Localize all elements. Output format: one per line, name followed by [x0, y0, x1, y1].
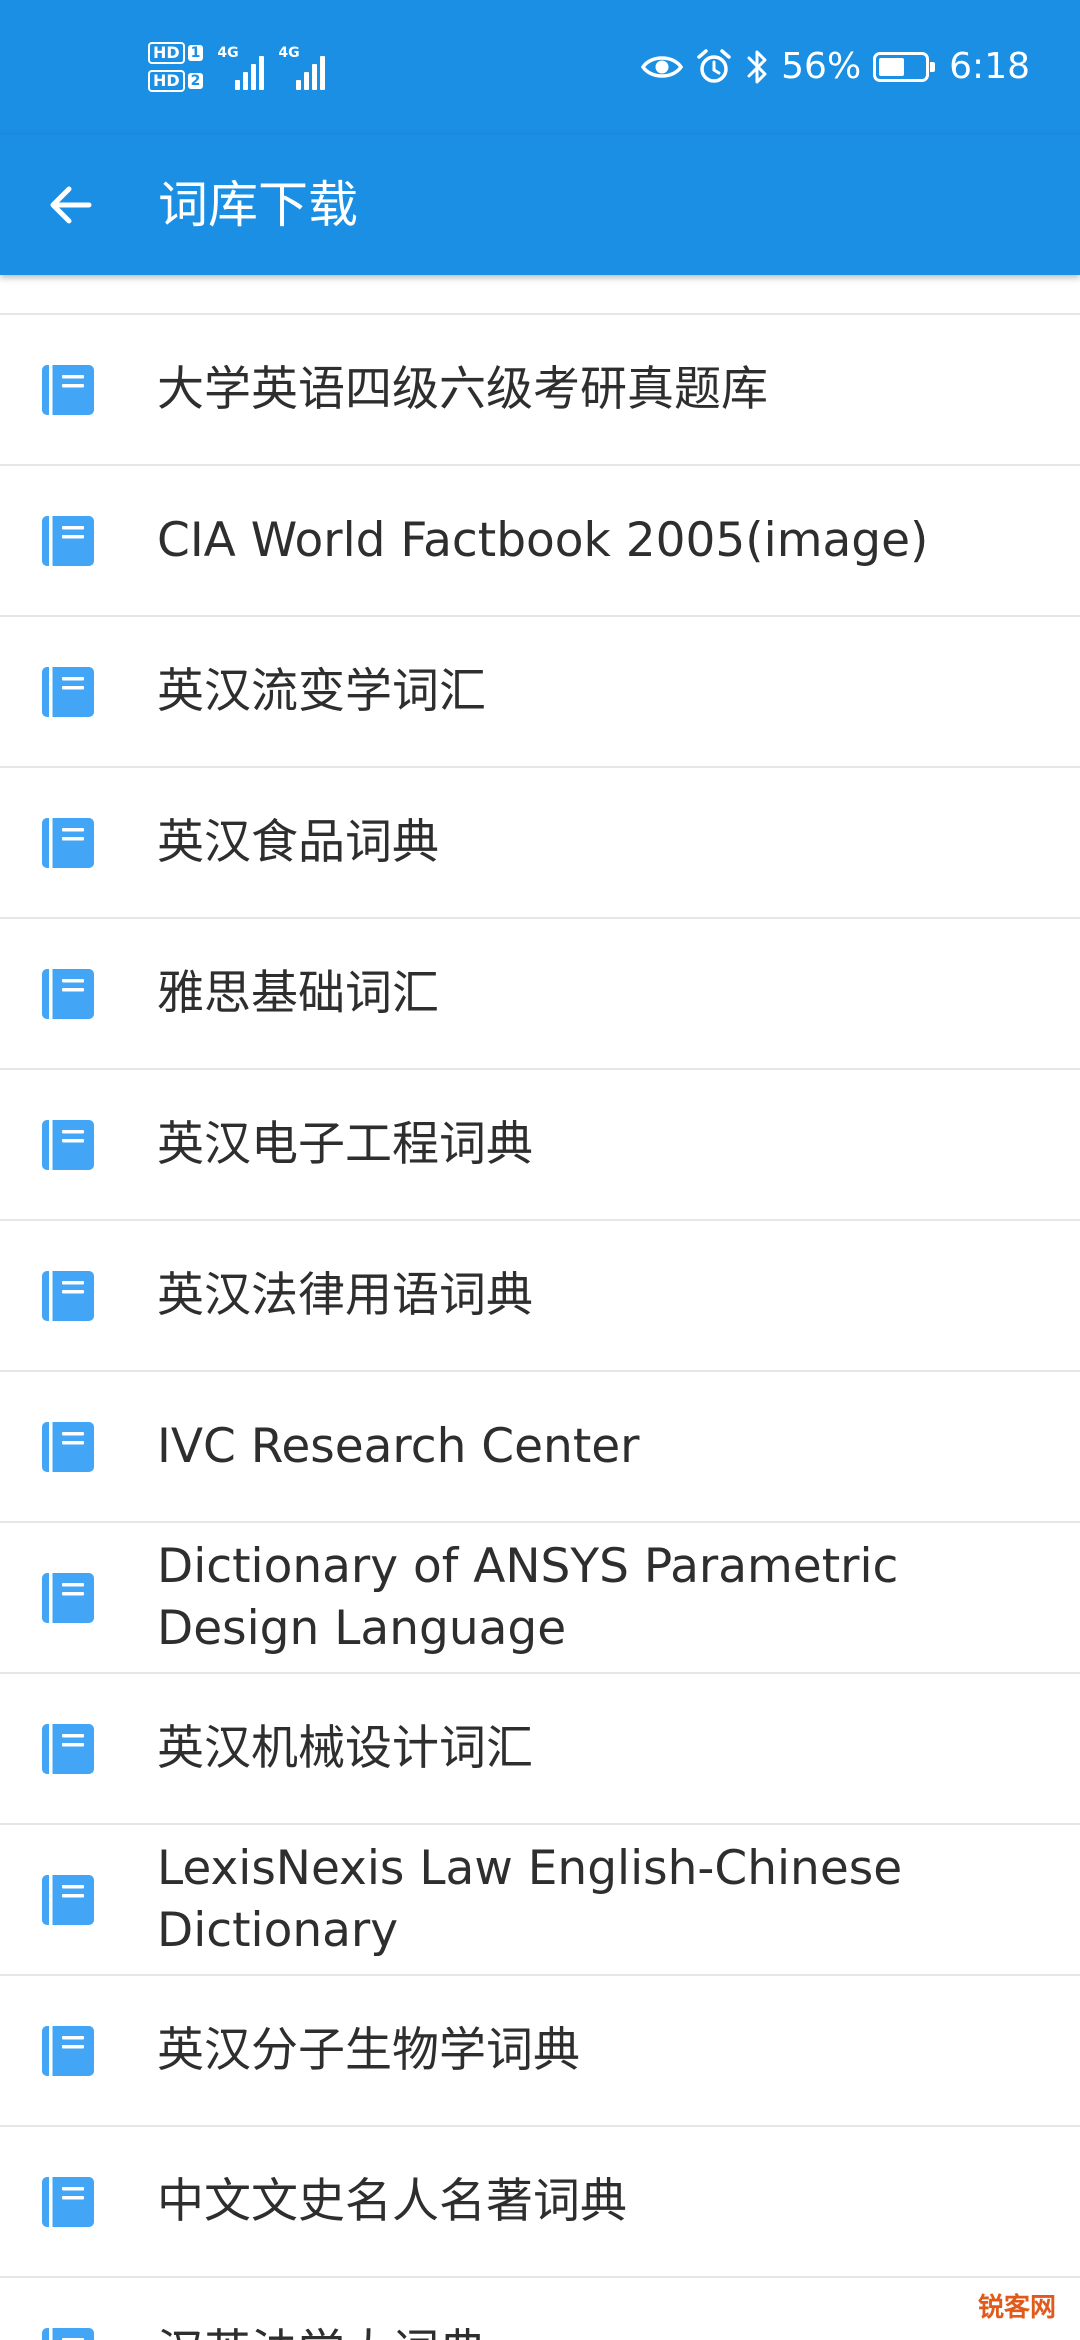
- clock: 6:18: [949, 46, 1030, 87]
- signal-bars-1-icon: [235, 52, 265, 90]
- list-item-label: IVC Research Center: [157, 1418, 640, 1474]
- book-icon: [40, 2024, 96, 2078]
- book-icon: [40, 1118, 96, 1172]
- watermark: 锐客网: [971, 2285, 1062, 2326]
- arrow-left-icon: [45, 180, 95, 234]
- list-item[interactable]: 中文文史名人名著词典: [0, 2127, 1080, 2278]
- status-left: HD 1 HD 2 4G 4G: [148, 34, 326, 100]
- battery-percent: 56%: [781, 46, 862, 87]
- list-item-label: Dictionary of ANSYS Parametric Design La…: [157, 1538, 899, 1656]
- app-bar: 词库下载: [0, 135, 1080, 275]
- sim2-hd-text: HD: [148, 70, 185, 92]
- sim1-number: 1: [187, 45, 204, 61]
- signal-1: 4G: [217, 44, 265, 90]
- list-item-label: 大学英语四级六级考研真题库: [157, 361, 768, 417]
- status-right: 56% 6:18: [641, 34, 1030, 100]
- sim1-hd-text: HD: [148, 42, 185, 64]
- list-item-label: 英汉流变学词汇: [157, 663, 486, 719]
- list-item[interactable]: 雅思基础词汇: [0, 919, 1080, 1070]
- list-item-label: 英汉电子工程词典: [157, 1116, 533, 1172]
- list-item[interactable]: Dictionary of ANSYS Parametric Design La…: [0, 1523, 1080, 1674]
- sim2-hd-badge: HD 2: [148, 70, 204, 92]
- list-item-label: LexisNexis Law English-Chinese Dictionar…: [157, 1840, 903, 1958]
- signal-2: 4G: [278, 44, 326, 90]
- eye-icon: [641, 52, 684, 82]
- list-item-label: 英汉分子生物学词典: [157, 2022, 580, 2078]
- battery-nub: [930, 62, 936, 72]
- screen: HD 1 HD 2 4G 4G 56% 6:18 词库下载 大学英语四级六级考研…: [0, 0, 1080, 2340]
- network-type-1: 4G: [217, 45, 239, 61]
- alarm-icon: [695, 48, 733, 86]
- list-item[interactable]: 英汉流变学词汇: [0, 617, 1080, 768]
- status-bar: HD 1 HD 2 4G 4G 56% 6:18: [0, 0, 1080, 135]
- list-item-label: 汉英法学大词典: [157, 2322, 1040, 2340]
- book-icon: [40, 1420, 96, 1474]
- book-icon: [40, 1722, 96, 1776]
- list-item-partial[interactable]: [0, 275, 1080, 315]
- page-title: 词库下载: [158, 176, 358, 234]
- list-item[interactable]: CIA World Factbook 2005(image): [0, 466, 1080, 617]
- dictionary-list[interactable]: 大学英语四级六级考研真题库 CIA World Factbook 2005(im…: [0, 275, 1080, 2340]
- list-item-label: 英汉法律用语词典: [157, 1267, 533, 1323]
- book-icon: [40, 1873, 96, 1927]
- list-item[interactable]: 英汉机械设计词汇: [0, 1674, 1080, 1825]
- network-type-2: 4G: [278, 45, 300, 61]
- list-item-label: 英汉食品词典: [157, 814, 439, 870]
- list-item[interactable]: 英汉分子生物学词典: [0, 1976, 1080, 2127]
- back-button[interactable]: [28, 165, 112, 249]
- battery-icon: [873, 52, 936, 82]
- book-icon: [40, 967, 96, 1021]
- list-item[interactable]: 汉英法学大词典: [0, 2278, 1080, 2340]
- sim1-hd-badge: HD 1: [148, 42, 204, 64]
- list-item[interactable]: 英汉食品词典: [0, 768, 1080, 919]
- list-item[interactable]: 大学英语四级六级考研真题库: [0, 315, 1080, 466]
- book-icon: [40, 2326, 96, 2340]
- book-icon: [40, 665, 96, 719]
- list-item-label: 雅思基础词汇: [157, 965, 439, 1021]
- book-icon: [40, 363, 96, 417]
- book-icon: [40, 2175, 96, 2229]
- list-item-label: 英汉机械设计词汇: [157, 1720, 533, 1776]
- list-item-label: 中文文史名人名著词典: [157, 2173, 627, 2229]
- book-icon: [40, 514, 96, 568]
- book-icon: [40, 816, 96, 870]
- signal-bars-2-icon: [296, 52, 326, 90]
- battery-fill: [879, 58, 904, 76]
- book-icon: [40, 1269, 96, 1323]
- sim2-number: 2: [187, 73, 204, 89]
- book-icon: [40, 1571, 96, 1625]
- list-item-label: CIA World Factbook 2005(image): [157, 512, 929, 568]
- list-item[interactable]: 英汉法律用语词典: [0, 1221, 1080, 1372]
- list-item[interactable]: 英汉电子工程词典: [0, 1070, 1080, 1221]
- list-item[interactable]: IVC Research Center: [0, 1372, 1080, 1523]
- bluetooth-icon: [745, 48, 769, 86]
- list-item[interactable]: LexisNexis Law English-Chinese Dictionar…: [0, 1825, 1080, 1976]
- volte-badges: HD 1 HD 2: [148, 42, 204, 92]
